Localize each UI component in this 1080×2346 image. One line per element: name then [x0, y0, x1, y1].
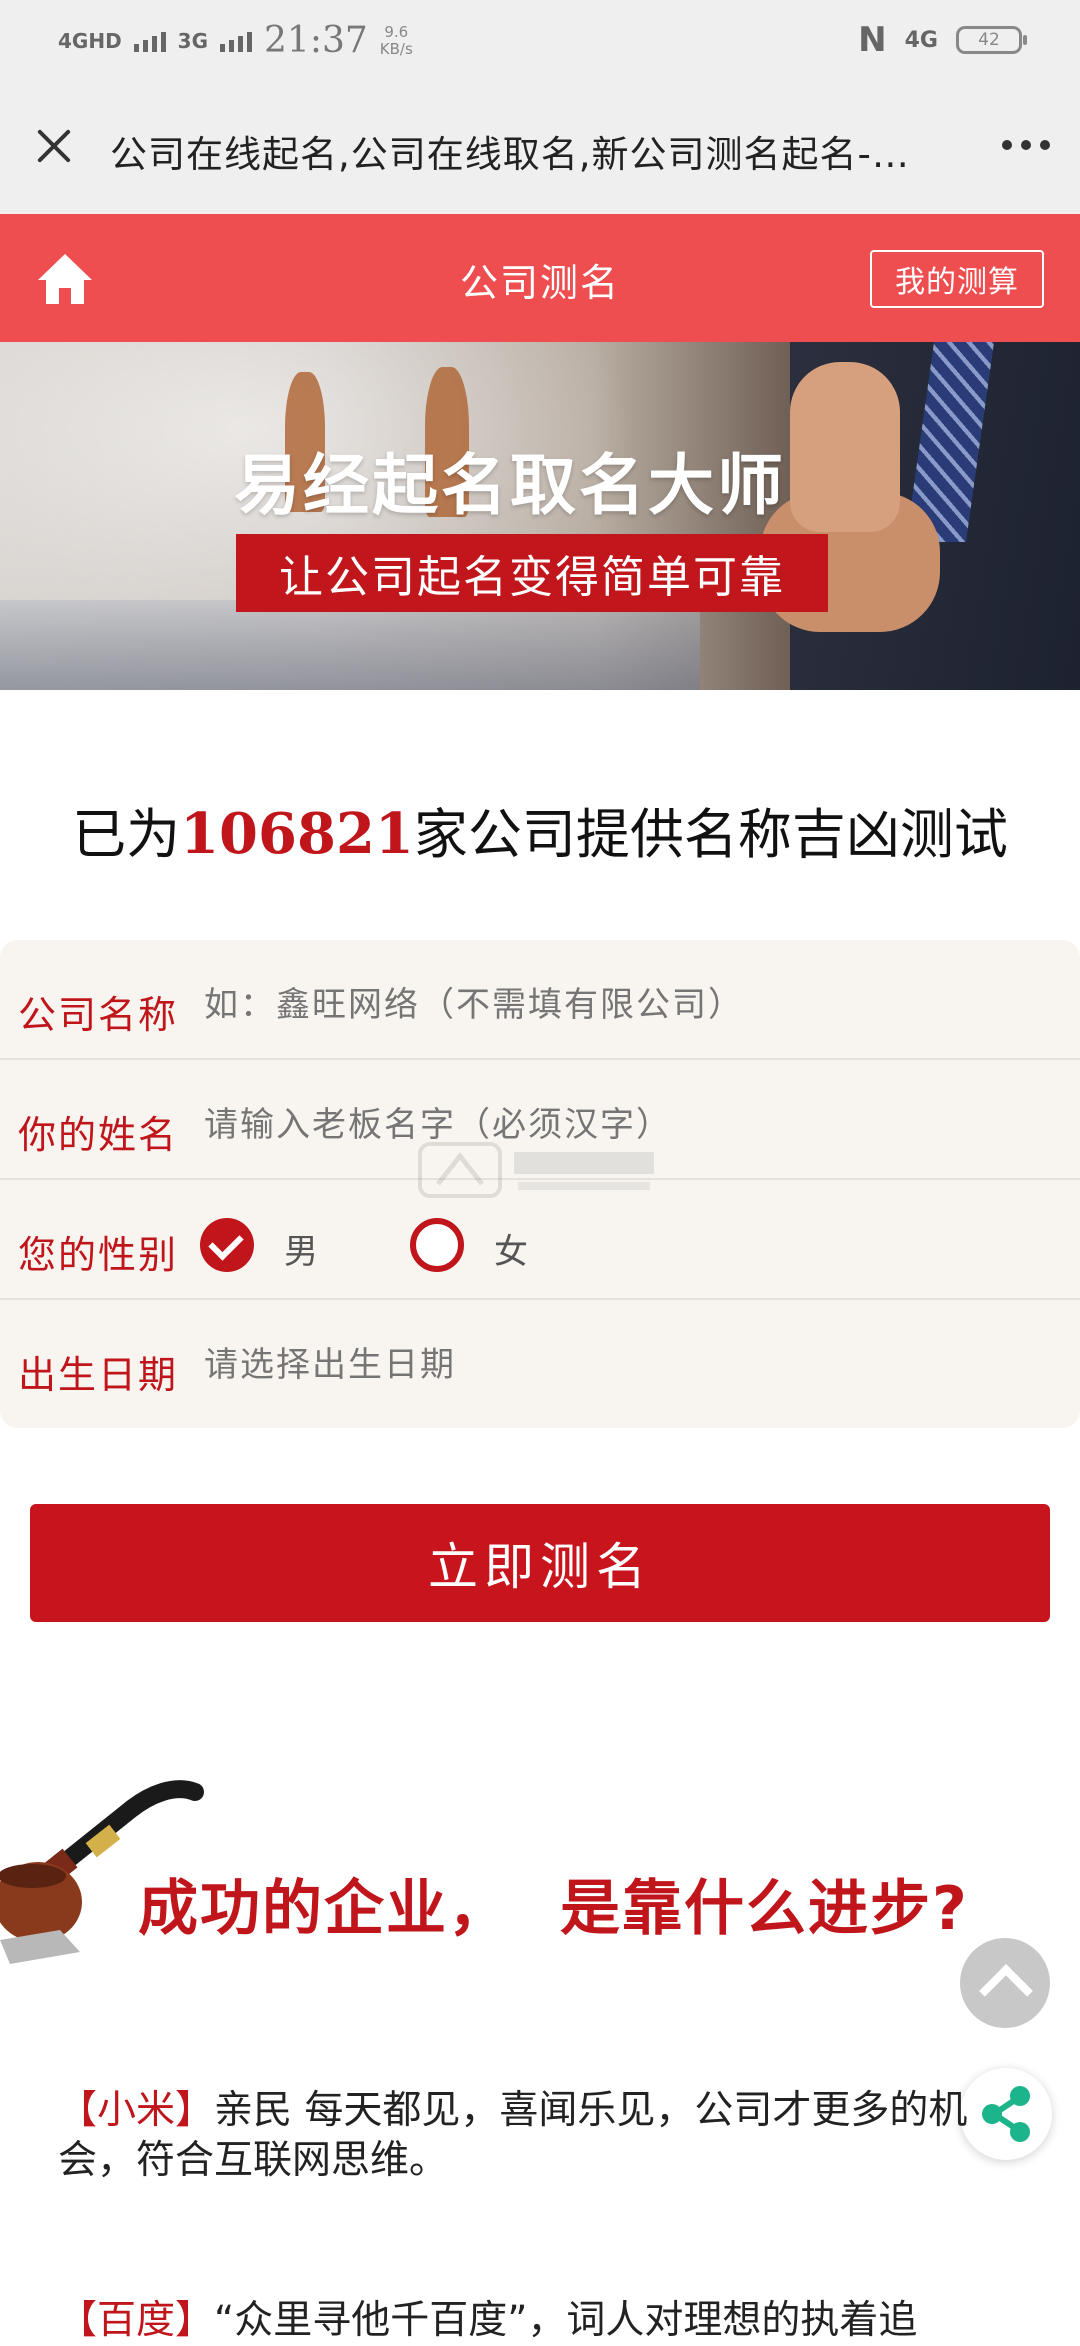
- brand-name-1: 【小米】: [58, 2088, 215, 2133]
- more-icon[interactable]: [1002, 140, 1050, 150]
- gender-label: 您的性别: [18, 1233, 179, 1277]
- network-type-right: 4G: [904, 27, 938, 53]
- banner-subtitle: 让公司起名变得简单可靠: [236, 534, 828, 612]
- stats-suffix: 家公司提供名称吉凶测试: [413, 803, 1008, 866]
- stats-prefix: 已为: [72, 803, 181, 866]
- company-name-row: 公司名称: [0, 940, 1080, 1060]
- female-label: 女: [494, 1232, 528, 1272]
- section-heading-part2: 是靠什么进步?: [560, 1874, 969, 1944]
- submit-test-button[interactable]: 立即测名: [30, 1504, 1050, 1622]
- network-speed-unit: KB/s: [379, 39, 413, 58]
- site-nav-bar: 公司测名 我的测算: [0, 214, 1080, 342]
- network-speed: 9.6 KB/s: [379, 22, 413, 58]
- stats-count: 106821: [180, 801, 414, 867]
- male-radio[interactable]: [200, 1218, 254, 1272]
- signal-icon-2: [220, 30, 253, 52]
- brand-name-2: 【百度】: [58, 2298, 215, 2343]
- nfc-icon: N: [858, 20, 887, 60]
- network-type-2: 3G: [177, 28, 209, 53]
- birth-date-label: 出生日期: [18, 1353, 179, 1397]
- battery-level: 42: [978, 30, 1000, 50]
- banner-title: 易经起名取名大师: [234, 447, 786, 524]
- battery-icon: 42: [956, 26, 1027, 54]
- owner-name-label: 你的姓名: [18, 1113, 179, 1157]
- brand-paragraph-1: 【小米】亲民 每天都见，喜闻乐见，公司才更多的机会，符合互联网思维。: [58, 2086, 978, 2186]
- signal-icon: [133, 30, 166, 52]
- watermark: [418, 1138, 668, 1202]
- status-bar: 4GHD 3G 21:37 9.6 KB/s N 4G 42: [0, 0, 1080, 84]
- close-icon[interactable]: [28, 120, 80, 172]
- section-heading: 成功的企业， 是靠什么进步?: [138, 1860, 969, 1947]
- female-radio[interactable]: [410, 1218, 464, 1272]
- clock: 21:37: [264, 20, 368, 61]
- company-name-input[interactable]: [202, 984, 1056, 1026]
- section-heading-part1: 成功的企业，: [138, 1874, 510, 1944]
- birth-date-row: 出生日期: [0, 1300, 1080, 1420]
- chevron-up-icon[interactable]: [960, 1938, 1050, 2028]
- browser-title-bar: 公司在线起名,公司在线取名,新公司测名起名-…: [0, 84, 1080, 214]
- network-speed-value: 9.6: [384, 22, 409, 41]
- page-title: 公司在线起名,公司在线取名,新公司测名起名-…: [110, 133, 910, 176]
- hero-banner: 易经起名取名大师 让公司起名变得简单可靠: [0, 342, 1080, 690]
- brand-paragraph-2: 【百度】“众里寻他千百度”，词人对理想的执着追: [58, 2296, 1058, 2346]
- company-name-label: 公司名称: [18, 993, 179, 1037]
- birth-date-input[interactable]: [202, 1344, 1056, 1386]
- male-label: 男: [284, 1232, 318, 1272]
- usage-stats: 已为106821家公司提供名称吉凶测试: [0, 790, 1080, 869]
- network-type-1: 4GHD: [58, 28, 122, 53]
- brand-text-2: “众里寻他千百度”，词人对理想的执着追: [214, 2298, 918, 2343]
- my-test-button[interactable]: 我的测算: [870, 250, 1044, 308]
